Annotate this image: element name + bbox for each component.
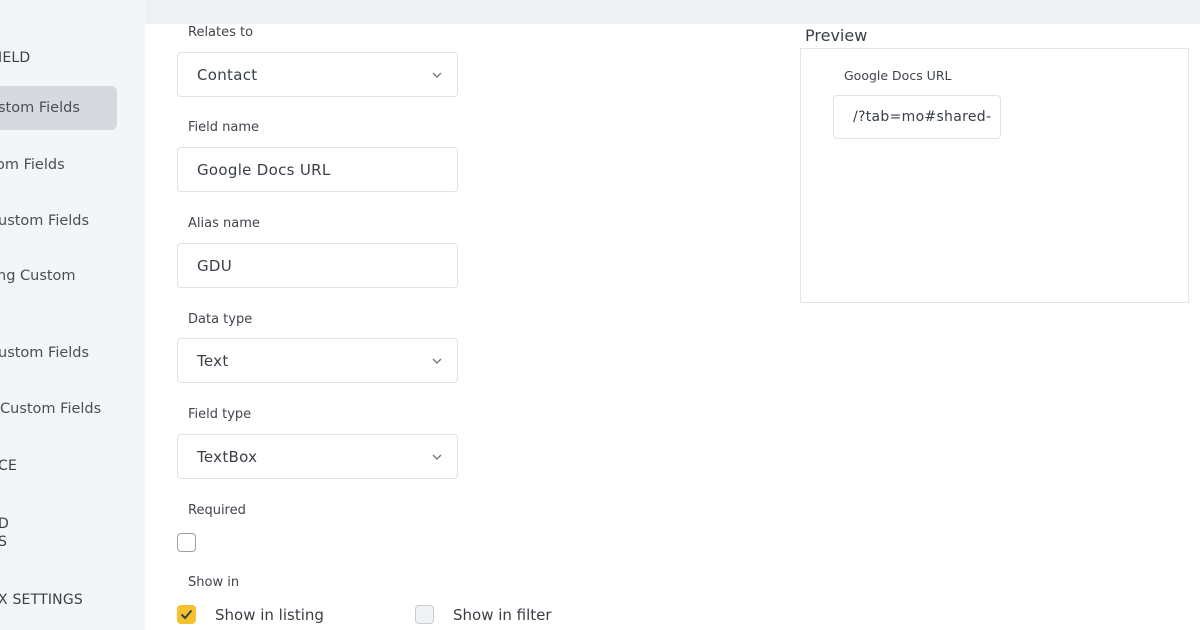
show-in-label: Show in bbox=[188, 575, 240, 590]
sidebar-section-ds: D S bbox=[0, 516, 9, 550]
chevron-down-icon bbox=[432, 72, 442, 78]
field-name-value: Google Docs URL bbox=[197, 160, 331, 179]
field-name-label: Field name bbox=[188, 120, 260, 135]
sidebar-item-custom-fields-6[interactable]: Custom Fields bbox=[0, 387, 117, 431]
preview-field-label: Google Docs URL bbox=[844, 68, 952, 83]
chevron-down-icon bbox=[432, 454, 442, 460]
preview-field-input[interactable]: /?tab=mo#shared- bbox=[833, 95, 1001, 139]
data-type-select[interactable]: Text bbox=[177, 338, 458, 383]
show-in-filter-checkbox[interactable] bbox=[415, 605, 434, 624]
required-checkbox[interactable] bbox=[177, 533, 196, 552]
data-type-value: Text bbox=[197, 351, 229, 370]
field-name-input[interactable]: Google Docs URL bbox=[177, 147, 458, 192]
chevron-down-icon bbox=[432, 358, 442, 364]
alias-name-label: Alias name bbox=[188, 216, 260, 231]
show-in-listing-checkbox[interactable] bbox=[177, 605, 196, 624]
sidebar-item-custom-fields-5[interactable]: ustom Fields bbox=[0, 331, 117, 375]
sidebar-item-custom-fields-4[interactable]: ng Custom bbox=[0, 254, 117, 298]
sidebar-item-custom-fields-2[interactable]: om Fields bbox=[0, 143, 117, 187]
preview-title: Preview bbox=[805, 26, 868, 45]
relates-to-select[interactable]: Contact bbox=[177, 52, 458, 97]
preview-panel: Google Docs URL /?tab=mo#shared- bbox=[800, 48, 1189, 303]
required-label: Required bbox=[188, 503, 246, 518]
field-type-select[interactable]: TextBox bbox=[177, 434, 458, 479]
field-type-label: Field type bbox=[188, 407, 252, 422]
sidebar-section-field: IELD bbox=[0, 50, 31, 66]
show-in-filter-label: Show in filter bbox=[453, 606, 552, 624]
relates-to-value: Contact bbox=[197, 65, 258, 84]
alias-name-input[interactable]: GDU bbox=[177, 243, 458, 288]
data-type-label: Data type bbox=[188, 312, 253, 327]
field-type-value: TextBox bbox=[197, 447, 258, 466]
preview-field-value: /?tab=mo#shared- bbox=[853, 109, 992, 125]
sidebar-section-ce: CE bbox=[0, 458, 18, 474]
main-content: Relates to Contact Field name Google Doc… bbox=[145, 24, 1200, 630]
sidebar: IELD stom Fields om Fields ustom Fields … bbox=[0, 0, 145, 630]
check-icon bbox=[180, 609, 193, 620]
sidebar-item-custom-fields-3[interactable]: ustom Fields bbox=[0, 199, 117, 243]
alias-name-value: GDU bbox=[197, 256, 233, 275]
sidebar-section-settings: X SETTINGS bbox=[0, 592, 83, 608]
sidebar-item-custom-fields[interactable]: stom Fields bbox=[0, 86, 117, 130]
relates-to-label: Relates to bbox=[188, 25, 254, 40]
show-in-listing-label: Show in listing bbox=[215, 606, 324, 624]
